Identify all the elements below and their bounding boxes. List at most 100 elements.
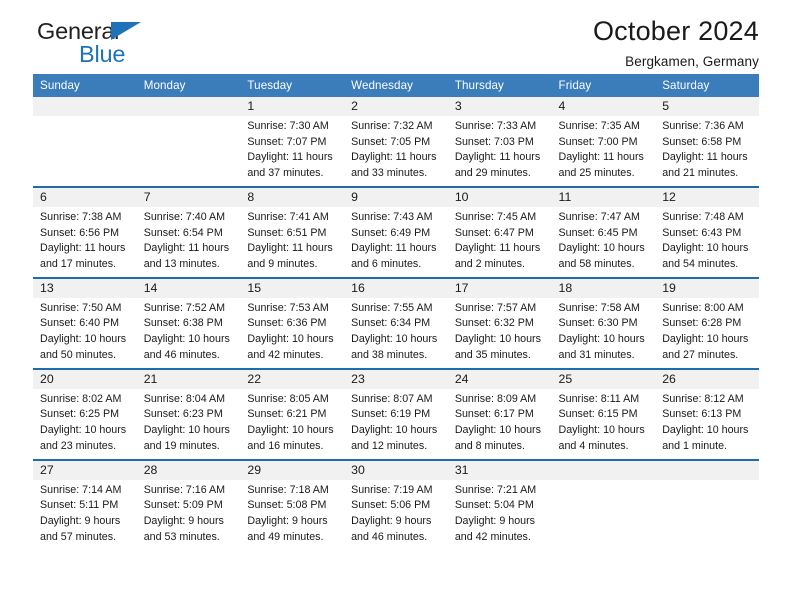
day-number[interactable]: 25 — [551, 369, 656, 389]
sunset-time: Sunset: 6:38 PM — [143, 317, 223, 330]
sunset-time: Sunset: 6:43 PM — [662, 226, 742, 239]
daylight-duration-line1: Daylight: 10 hours — [351, 424, 438, 437]
sunrise-time: Sunrise: 7:36 AM — [662, 120, 744, 132]
day-number[interactable]: 27 — [33, 460, 137, 480]
sunrise-time: Sunrise: 7:55 AM — [351, 301, 433, 314]
sunset-time: Sunset: 7:00 PM — [558, 135, 638, 148]
sunset-time: Sunset: 7:07 PM — [247, 135, 327, 148]
sunset-time: Sunset: 6:30 PM — [558, 317, 638, 330]
day-info-row: Sunrise: 7:30 AM Sunset: 7:07 PM Daylight:… — [33, 116, 759, 186]
daylight-duration-line1: Daylight: 10 hours — [558, 333, 645, 346]
daylight-duration-line2: and 46 minutes. — [351, 530, 428, 543]
daylight-duration-line1: Daylight: 10 hours — [143, 424, 230, 437]
daylight-duration-line1: Daylight: 10 hours — [558, 242, 645, 255]
day-number[interactable]: 19 — [655, 278, 759, 298]
sunrise-time: Sunrise: 7:18 AM — [247, 483, 329, 496]
daylight-duration-line2: and 37 minutes. — [247, 167, 324, 180]
logo-text-blue: Blue — [79, 41, 126, 67]
daylight-duration-line2: and 2 minutes. — [454, 258, 525, 271]
day-cell: Sunrise: 8:00 AM Sunset: 6:28 PM Daylight:… — [655, 297, 759, 368]
day-number[interactable]: 9 — [344, 187, 448, 207]
sunset-time: Sunset: 6:15 PM — [558, 408, 638, 421]
day-cell: Sunrise: 7:36 AM Sunset: 6:58 PM Daylight:… — [655, 116, 759, 186]
day-number[interactable]: 18 — [551, 278, 656, 298]
day-cell: Sunrise: 7:18 AM Sunset: 5:08 PM Daylight:… — [240, 479, 345, 550]
weekday-header-thursday: Thursday — [447, 74, 552, 97]
day-cell-empty — [136, 116, 241, 186]
day-number[interactable]: 22 — [240, 369, 345, 389]
daylight-duration-line1: Daylight: 9 hours — [351, 514, 432, 527]
sunrise-time: Sunrise: 7:43 AM — [351, 210, 433, 223]
day-number[interactable]: 10 — [447, 187, 552, 207]
daylight-duration-line2: and 29 minutes. — [454, 167, 531, 180]
day-number[interactable]: 8 — [240, 187, 345, 207]
sunrise-time: Sunrise: 7:35 AM — [558, 120, 640, 132]
sunset-time: Sunset: 6:13 PM — [662, 408, 742, 421]
day-cell: Sunrise: 7:32 AM Sunset: 7:05 PM Daylight:… — [344, 116, 448, 186]
day-number[interactable]: 28 — [136, 460, 241, 480]
sunrise-time: Sunrise: 7:52 AM — [143, 301, 226, 314]
daylight-duration-line2: and 21 minutes. — [662, 167, 739, 180]
daylight-duration-line1: Daylight: 10 hours — [247, 424, 334, 437]
day-number[interactable]: 26 — [655, 369, 759, 389]
sunset-time: Sunset: 6:49 PM — [351, 226, 431, 239]
day-cell: Sunrise: 8:09 AM Sunset: 6:17 PM Daylight:… — [447, 388, 552, 459]
day-number[interactable]: 21 — [136, 369, 241, 389]
day-number[interactable]: 16 — [344, 278, 448, 298]
day-number[interactable]: 4 — [551, 97, 656, 116]
daylight-duration-line1: Daylight: 11 hours — [40, 242, 126, 255]
daylight-duration-line1: Daylight: 10 hours — [662, 333, 749, 346]
day-cell: Sunrise: 7:41 AM Sunset: 6:51 PM Daylight:… — [240, 206, 345, 277]
day-number[interactable]: 6 — [33, 187, 137, 207]
sunset-time: Sunset: 6:19 PM — [351, 408, 431, 421]
day-number[interactable]: 14 — [136, 278, 241, 298]
day-cell: Sunrise: 7:58 AM Sunset: 6:30 PM Daylight:… — [551, 297, 656, 368]
daylight-duration-line1: Daylight: 11 hours — [143, 242, 230, 255]
day-number[interactable]: 15 — [240, 278, 345, 298]
day-number[interactable]: 3 — [447, 97, 552, 116]
day-number[interactable]: 13 — [33, 278, 137, 298]
day-number[interactable]: 1 — [240, 97, 345, 116]
day-number[interactable]: 23 — [344, 369, 448, 389]
day-number[interactable]: 30 — [344, 460, 448, 480]
day-cell: Sunrise: 7:33 AM Sunset: 7:03 PM Daylight:… — [447, 116, 552, 186]
sunrise-time: Sunrise: 7:53 AM — [247, 301, 329, 314]
daylight-duration-line2: and 25 minutes. — [558, 167, 635, 180]
daylight-duration-line1: Daylight: 10 hours — [662, 424, 749, 437]
day-number-row: 20 21 22 23 24 25 26 — [33, 369, 759, 389]
daylight-duration-line2: and 9 minutes. — [247, 258, 318, 271]
day-cell: Sunrise: 7:55 AM Sunset: 6:34 PM Daylight:… — [344, 297, 448, 368]
daylight-duration-line1: Daylight: 10 hours — [40, 333, 127, 346]
sunset-time: Sunset: 6:23 PM — [143, 408, 223, 421]
sunset-time: Sunset: 5:06 PM — [351, 499, 431, 512]
day-number[interactable]: 5 — [655, 97, 759, 116]
day-cell: Sunrise: 8:05 AM Sunset: 6:21 PM Daylight:… — [240, 388, 345, 459]
day-number[interactable]: 29 — [240, 460, 345, 480]
sunrise-time: Sunrise: 7:48 AM — [662, 210, 744, 223]
day-number[interactable]: 2 — [344, 97, 448, 116]
sunrise-time: Sunrise: 7:30 AM — [247, 120, 329, 132]
daylight-duration-line2: and 17 minutes. — [40, 258, 117, 271]
sunset-time: Sunset: 6:56 PM — [40, 226, 120, 239]
daylight-duration-line2: and 8 minutes. — [454, 439, 525, 452]
weekday-header-saturday: Saturday — [655, 74, 759, 97]
sunrise-time: Sunrise: 7:19 AM — [351, 483, 433, 496]
daylight-duration-line2: and 57 minutes. — [40, 530, 117, 543]
daylight-duration-line2: and 35 minutes. — [454, 348, 531, 361]
day-cell: Sunrise: 7:57 AM Sunset: 6:32 PM Daylight:… — [447, 297, 552, 368]
day-number[interactable]: 24 — [447, 369, 552, 389]
day-number[interactable]: 31 — [447, 460, 552, 480]
day-number[interactable]: 11 — [551, 187, 656, 207]
day-number[interactable]: 12 — [655, 187, 759, 207]
sunrise-time: Sunrise: 8:05 AM — [247, 392, 329, 405]
sunset-time: Sunset: 6:58 PM — [662, 135, 742, 148]
day-number[interactable]: 17 — [447, 278, 552, 298]
day-cell-empty — [136, 97, 241, 116]
daylight-duration-line1: Daylight: 9 hours — [143, 514, 224, 527]
sunrise-time: Sunrise: 7:33 AM — [454, 120, 537, 132]
day-number[interactable]: 20 — [33, 369, 137, 389]
day-number[interactable]: 7 — [136, 187, 241, 207]
day-cell: Sunrise: 8:12 AM Sunset: 6:13 PM Daylight:… — [655, 388, 759, 459]
day-cell: Sunrise: 7:30 AM Sunset: 7:07 PM Daylight:… — [240, 116, 345, 186]
daylight-duration-line2: and 13 minutes. — [143, 258, 220, 271]
